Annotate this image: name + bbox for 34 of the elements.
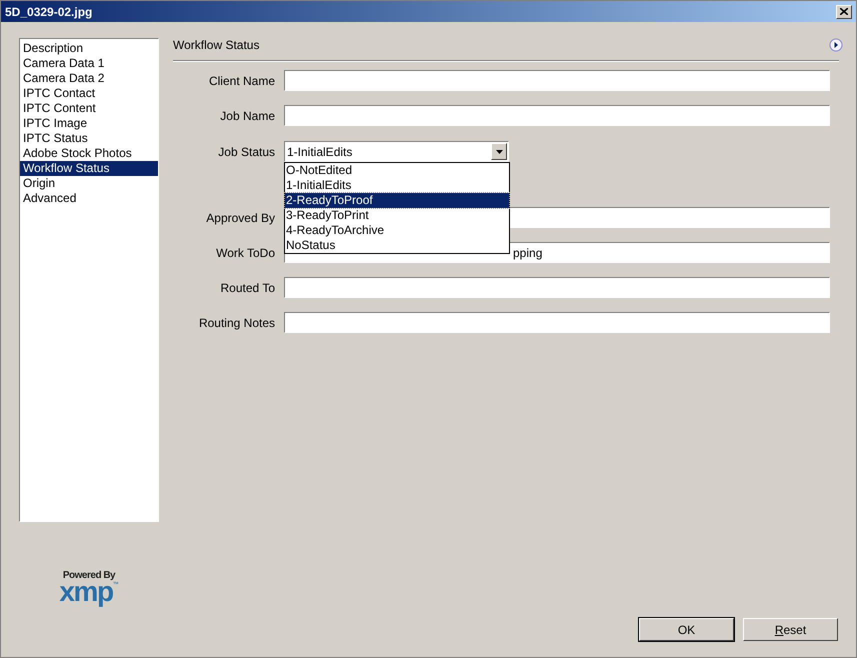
- dropdown-option[interactable]: 3-ReadyToPrint: [285, 208, 509, 223]
- category-item[interactable]: IPTC Image: [20, 116, 158, 131]
- field-label: Approved By: [205, 210, 276, 226]
- dropdown-option[interactable]: 2-ReadyToProof: [285, 193, 509, 208]
- dialog-button[interactable]: Reset: [743, 618, 838, 641]
- category-item[interactable]: IPTC Status: [20, 131, 158, 146]
- category-item[interactable]: Camera Data 2: [20, 71, 158, 86]
- field-label: Client Name: [208, 72, 276, 90]
- dropdown-option[interactable]: O-NotEdited: [285, 163, 509, 178]
- category-item[interactable]: IPTC Content: [20, 101, 158, 116]
- dropdown-option[interactable]: 1-InitialEdits: [285, 178, 509, 193]
- text-field[interactable]: [284, 312, 830, 333]
- section-title: Workflow Status: [173, 37, 260, 54]
- close-icon[interactable]: [836, 4, 852, 18]
- category-item[interactable]: Adobe Stock Photos: [20, 146, 158, 161]
- field-label: Routing Notes: [198, 314, 276, 332]
- field-label: Job Name: [219, 108, 276, 124]
- category-item[interactable]: Workflow Status: [20, 161, 158, 176]
- category-item[interactable]: Advanced: [20, 191, 158, 206]
- text-field[interactable]: [284, 70, 830, 91]
- field-label: Work ToDo: [215, 244, 276, 262]
- text-field[interactable]: [284, 105, 830, 126]
- dropdown-option[interactable]: 4-ReadyToArchive: [285, 223, 509, 238]
- text-field[interactable]: [284, 277, 830, 298]
- dialog-button[interactable]: OK: [639, 618, 734, 641]
- job-status-dropdown[interactable]: 1-InitialEdits: [284, 141, 509, 162]
- field-label: Routed To: [220, 280, 276, 296]
- category-item[interactable]: Camera Data 1: [20, 56, 158, 71]
- category-item[interactable]: Description: [20, 41, 158, 56]
- category-item[interactable]: Origin: [20, 176, 158, 191]
- window-title: 5D_0329-02.jpg: [5, 4, 92, 20]
- logo-caption: Powered By: [62, 570, 116, 581]
- field-label: Job Status: [217, 144, 276, 160]
- category-item[interactable]: IPTC Contact: [20, 86, 158, 101]
